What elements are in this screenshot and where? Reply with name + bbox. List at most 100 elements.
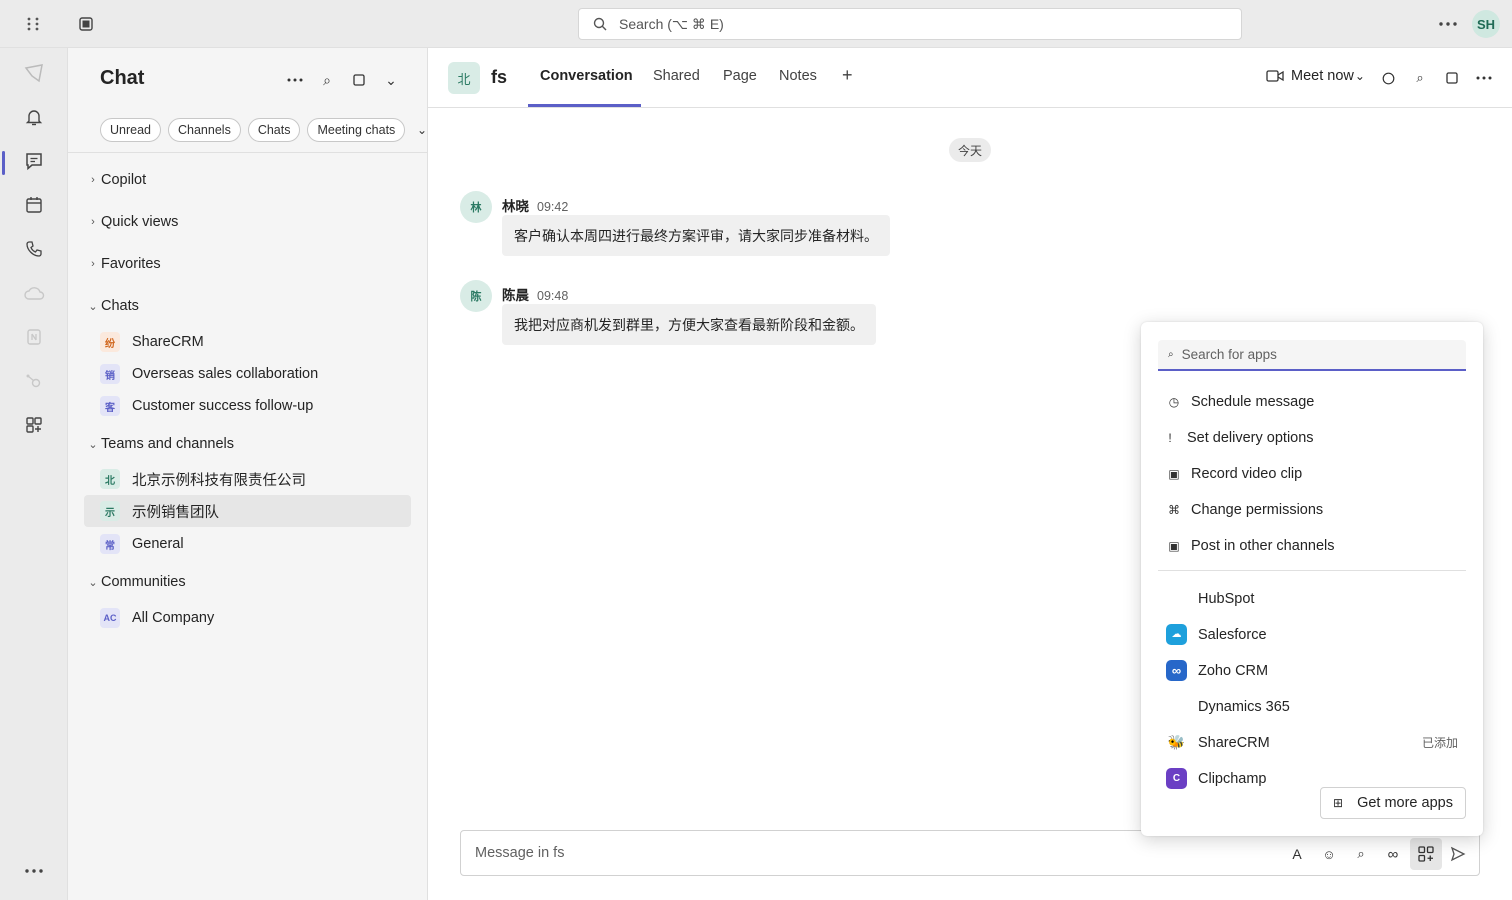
section-quick-views[interactable]: › Quick views xyxy=(86,214,178,230)
search-icon[interactable]: ⌕ xyxy=(1350,843,1372,865)
active-tab-indicator xyxy=(528,104,641,107)
tab-conversation[interactable]: Conversation xyxy=(540,68,633,84)
calendar-icon[interactable] xyxy=(0,185,68,225)
sender-name[interactable]: 陈晨 xyxy=(502,288,529,303)
important-icon: ! xyxy=(1168,431,1172,445)
cloud-icon[interactable] xyxy=(0,273,68,313)
app-sharecrm[interactable]: 🐝 ShareCRM 已添加 xyxy=(1166,732,1466,753)
app-hubspot[interactable]: HubSpot xyxy=(1166,588,1466,609)
more-icon[interactable] xyxy=(283,68,307,92)
chat-item-overseas-sales[interactable]: 销 Overseas sales collaboration xyxy=(84,358,411,390)
section-copilot[interactable]: › Copilot xyxy=(86,172,146,188)
app-salesforce[interactable]: ☁ Salesforce xyxy=(1166,624,1466,645)
more-icon[interactable] xyxy=(1474,68,1494,88)
section-communities[interactable]: ⌄ Communities xyxy=(86,574,185,590)
more-options-icon[interactable] xyxy=(1436,12,1460,36)
tab-notes[interactable]: Notes xyxy=(779,68,817,84)
option-post-other-channels[interactable]: ▣ Post in other channels xyxy=(1166,538,1334,554)
popout-icon[interactable] xyxy=(1442,68,1462,88)
global-search-placeholder: Search (⌥ ⌘ E) xyxy=(619,15,724,32)
chevron-right-icon: › xyxy=(91,174,95,186)
option-change-permissions[interactable]: ⌘ Change permissions xyxy=(1166,502,1323,518)
meet-now-button[interactable]: Meet now ⌄ xyxy=(1266,68,1365,84)
channel-badge: 北 xyxy=(448,62,480,94)
format-icon[interactable]: A xyxy=(1286,843,1308,865)
community-badge: AC xyxy=(100,608,120,628)
filter-chats[interactable]: Chats xyxy=(247,118,301,142)
emoji-icon[interactable]: ☺ xyxy=(1318,843,1340,865)
chat-icon[interactable] xyxy=(0,141,68,181)
more-apps-icon[interactable] xyxy=(0,851,68,891)
loop-icon[interactable]: ∞ xyxy=(1382,843,1404,865)
chat-item-customer-success[interactable]: 客 Customer success follow-up xyxy=(84,390,411,422)
team-item-beijing[interactable]: 北北京示例科技有限责任公司 xyxy=(84,463,411,495)
channel-header: 北 fs Conversation Shared Page Notes + Me… xyxy=(428,48,1512,108)
user-avatar[interactable]: SH xyxy=(1472,10,1500,38)
hubspot-logo-icon xyxy=(1166,588,1187,609)
sidebar-title: Chat xyxy=(100,67,145,89)
team-badge: 常 xyxy=(100,534,120,554)
sidebar-toggle-icon[interactable] xyxy=(74,12,98,36)
chevron-right-icon: › xyxy=(91,258,95,270)
added-badge: 已添加 xyxy=(1421,736,1458,750)
filter-meeting-chats[interactable]: Meeting chats xyxy=(307,118,406,142)
avatar[interactable]: 陈 xyxy=(460,280,492,312)
message-time: 09:42 xyxy=(537,200,569,214)
message-bubble[interactable]: 我把对应商机发到群里，方便大家查看最新阶段和金额。 xyxy=(502,304,876,345)
onenote-icon[interactable] xyxy=(0,317,68,357)
circle-icon[interactable] xyxy=(1378,68,1398,88)
app-search-input[interactable]: ⌕ Search for apps xyxy=(1158,340,1466,371)
tab-page[interactable]: Page xyxy=(723,68,757,84)
app-label: Salesforce xyxy=(1198,626,1267,643)
phone-icon[interactable] xyxy=(0,229,68,269)
bell-icon[interactable] xyxy=(0,97,68,137)
chevron-down-icon[interactable]: ⌄ xyxy=(379,68,403,92)
chat-badge: 销 xyxy=(100,364,120,384)
chat-item-sharecrm[interactable]: 纷 ShareCRM xyxy=(84,326,411,358)
option-schedule-message[interactable]: ◷ Schedule message xyxy=(1166,394,1315,410)
compose-placeholder: Message in fs xyxy=(475,845,565,861)
global-search-input[interactable]: Search (⌥ ⌘ E) xyxy=(578,8,1242,40)
app-dynamics-365[interactable]: Dynamics 365 xyxy=(1166,696,1466,717)
filters-more-chevron-icon[interactable]: ⌄ xyxy=(417,123,427,137)
message-compose-box[interactable]: Message in fs A ☺ ⌕ ∞ xyxy=(460,830,1480,876)
team-badge: 北 xyxy=(100,469,120,489)
channel-name: fs xyxy=(491,67,508,87)
app-rail xyxy=(0,48,68,900)
community-label: All Company xyxy=(132,610,215,626)
add-tab-button[interactable]: + xyxy=(842,65,853,86)
apps-icon[interactable] xyxy=(0,405,68,445)
filter-channels[interactable]: Channels xyxy=(168,118,241,142)
search-icon[interactable]: ⌕ xyxy=(1410,68,1430,88)
search-icon[interactable]: ⌕ xyxy=(315,68,339,92)
team-item-general[interactable]: 常 General xyxy=(84,528,411,560)
apps-icon[interactable] xyxy=(1410,838,1442,870)
hubspot-icon[interactable] xyxy=(0,361,68,401)
sender-name[interactable]: 林晓 xyxy=(502,199,529,214)
section-favorites[interactable]: › Favorites xyxy=(86,256,160,272)
option-record-video[interactable]: ▣ Record video clip xyxy=(1166,466,1302,482)
app-clipchamp[interactable]: C Clipchamp xyxy=(1166,768,1466,789)
activity-logo-icon[interactable] xyxy=(0,53,68,93)
zoho-logo-icon: ∞ xyxy=(1166,660,1187,681)
app-zoho-crm[interactable]: ∞ Zoho CRM xyxy=(1166,660,1466,681)
avatar[interactable]: 林 xyxy=(460,191,492,223)
app-launcher-icon[interactable] xyxy=(21,12,45,36)
section-chats[interactable]: ⌄ Chats xyxy=(86,298,139,314)
section-teams[interactable]: ⌄ Teams and channels xyxy=(86,436,234,452)
send-icon[interactable] xyxy=(1447,843,1469,865)
filter-unread[interactable]: Unread xyxy=(100,118,161,142)
chevron-right-icon: › xyxy=(91,216,95,228)
tab-shared[interactable]: Shared xyxy=(653,68,700,84)
option-delivery-options[interactable]: ! Set delivery options xyxy=(1162,430,1313,446)
new-chat-icon[interactable] xyxy=(347,68,371,92)
clipchamp-logo-icon: C xyxy=(1166,768,1187,789)
community-item-all-company[interactable]: AC All Company xyxy=(84,602,411,634)
message-text: 客户确认本周四进行最终方案评审，请大家同步准备材料。 xyxy=(514,227,878,244)
option-label: Record video clip xyxy=(1191,466,1303,482)
meet-now-label: Meet now xyxy=(1291,68,1354,84)
team-item-sales-team[interactable]: 示示例销售团队 xyxy=(84,495,411,527)
get-more-apps-button[interactable]: ⊞ Get more apps xyxy=(1320,787,1466,819)
dynamics-logo-icon xyxy=(1166,696,1187,717)
message-bubble[interactable]: 客户确认本周四进行最终方案评审，请大家同步准备材料。 xyxy=(502,215,890,256)
